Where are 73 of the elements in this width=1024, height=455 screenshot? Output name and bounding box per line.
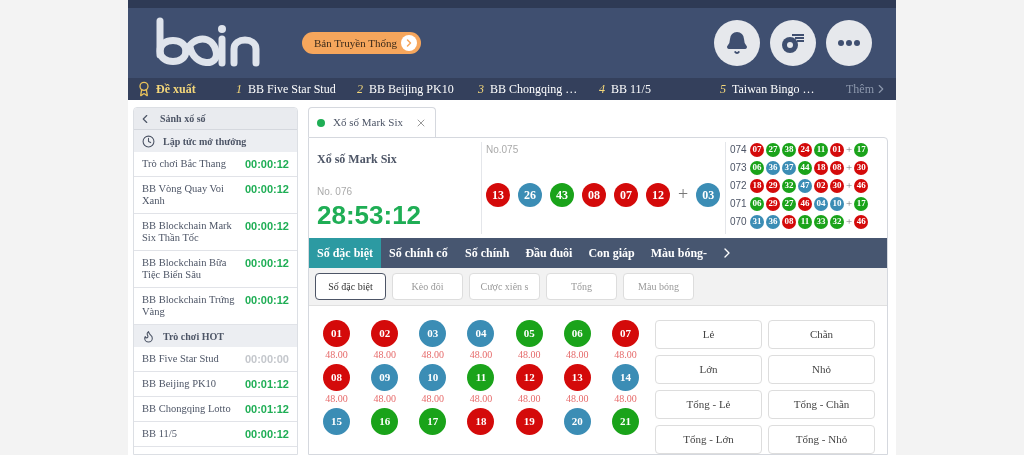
promo-button[interactable]: Bản Truyền Thống xyxy=(302,31,421,55)
more-button[interactable] xyxy=(826,20,872,66)
odds-value: 48.00 xyxy=(614,392,637,406)
medal-icon xyxy=(136,81,152,97)
odds-value: 48.00 xyxy=(469,392,493,406)
sub-tab[interactable]: Số đặc biệt xyxy=(315,273,386,301)
back-button[interactable]: Sảnh xổ số xyxy=(134,108,297,130)
bet-option-button[interactable]: Tổng - Nhỏ xyxy=(768,425,875,454)
bet-option-button[interactable]: Tổng - Lớn xyxy=(655,425,762,454)
history-draw-number: 072 xyxy=(730,179,748,193)
history-draw-number: 070 xyxy=(730,215,748,229)
odds-value: 48.00 xyxy=(421,348,445,362)
chevron-right-icon xyxy=(400,35,417,51)
clock-icon xyxy=(142,134,155,148)
section-header: Lập tức mở thưởng xyxy=(134,130,297,152)
plus-sign: + xyxy=(846,198,853,209)
section-header: Trò chơi HOT xyxy=(134,325,297,347)
ball-icon xyxy=(780,32,806,54)
flame-icon xyxy=(142,329,155,343)
history-draw-number: 071 xyxy=(730,197,748,211)
game-list-item[interactable]: BB 11/5 00:00:12 xyxy=(134,422,297,447)
game-tab[interactable]: Xổ số Mark Six xyxy=(308,107,436,137)
game-list-item[interactable]: BB Five Star Stud 00:00:00 xyxy=(134,347,297,372)
odds-value: 48.00 xyxy=(566,348,589,362)
plus-sign: + xyxy=(846,216,853,227)
bet-option-button[interactable]: Lẻ xyxy=(655,320,762,349)
bet-type-tab[interactable]: Số chính cố xyxy=(381,238,457,269)
recommend-link[interactable]: 3 BB Chongqing … xyxy=(478,80,583,98)
recommend-link[interactable]: 4 BB 11/5 xyxy=(599,80,704,98)
plus-sign: + xyxy=(678,183,689,206)
plus-sign: + xyxy=(846,180,853,191)
odds-value: 48.00 xyxy=(325,392,348,406)
bet-option-button[interactable]: Tổng - Lẻ xyxy=(655,390,762,419)
odds-value: 48.00 xyxy=(566,392,589,406)
odds-value: 48.00 xyxy=(421,392,445,406)
recommend-link[interactable]: 1 BB Five Star Stud xyxy=(236,80,341,98)
history-draw-number: 074 xyxy=(730,143,748,157)
bet-option-button[interactable]: Tổng - Chẵn xyxy=(768,390,875,419)
bet-type-tab[interactable]: Đầu đuôi xyxy=(517,238,581,269)
recommend-label: Đề xuất xyxy=(156,81,197,98)
plus-sign: + xyxy=(846,144,853,155)
bet-type-tab[interactable]: Màu bóng- xyxy=(642,238,719,269)
odds-value: 48.00 xyxy=(373,348,396,362)
bet-type-tab[interactable]: Số chính xyxy=(457,238,518,269)
lottery-button[interactable] xyxy=(770,20,816,66)
plus-sign: + xyxy=(846,162,853,173)
game-list-item[interactable]: BB Blockchain Bữa Tiệc Biển Sâu 00:00:12 xyxy=(134,251,297,288)
game-title: Xổ số Mark Six xyxy=(317,151,398,168)
bet-type-tab[interactable]: Con giáp xyxy=(580,238,643,269)
game-list-item[interactable]: BB Vòng Quay Voi Xanh 00:00:12 xyxy=(134,177,297,214)
more-link[interactable]: Thêm xyxy=(846,80,888,98)
bell-icon xyxy=(725,31,749,55)
draw-number: No. 076 xyxy=(317,185,354,199)
game-list-item[interactable]: BB Blockchain Mark Six Thần Tốc 00:00:12 xyxy=(134,214,297,251)
game-list-item[interactable]: BB Beijing PK10 00:01:12 xyxy=(134,372,297,397)
notification-button[interactable] xyxy=(714,20,760,66)
bet-option-button[interactable]: Lớn xyxy=(655,355,762,384)
recommend-link[interactable]: 5 Taiwan Bingo … xyxy=(720,80,825,98)
odds-value: 48.00 xyxy=(614,348,637,362)
odds-value: 48.00 xyxy=(373,392,396,406)
draw-number: No.075 xyxy=(486,143,520,157)
odds-value: 48.00 xyxy=(469,348,493,362)
more-icon xyxy=(838,40,860,46)
game-list-item[interactable]: Trò chơi Bắc Thang 00:00:12 xyxy=(134,152,297,177)
odds-value: 48.00 xyxy=(325,348,348,362)
recommend-link[interactable]: 2 BB Beijing PK10 xyxy=(357,80,462,98)
bet-option-button[interactable]: Nhỏ xyxy=(768,355,875,384)
history-draw-number: 073 xyxy=(730,161,748,175)
countdown-timer: 28:53:12 xyxy=(317,199,423,231)
bet-option-button[interactable]: Chẵn xyxy=(768,320,875,349)
odds-value: 48.00 xyxy=(517,392,541,406)
odds-value: 48.00 xyxy=(517,348,541,362)
game-list-item[interactable]: BB Chongqing Lotto 00:01:12 xyxy=(134,397,297,422)
